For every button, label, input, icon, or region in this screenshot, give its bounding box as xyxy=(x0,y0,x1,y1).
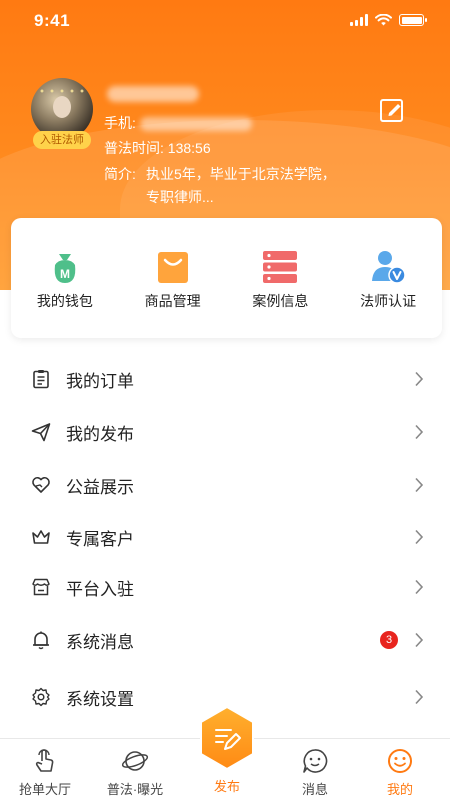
status-icons xyxy=(350,14,427,26)
law-time-value: 138:56 xyxy=(167,140,211,156)
cellular-signal-icon xyxy=(350,14,368,26)
menu-item-label: 平台入驻 xyxy=(66,579,134,599)
intro-text: 执业5年，毕业于北京法学院，专职律师... xyxy=(146,166,336,205)
tab-label: 消息 xyxy=(301,782,328,797)
user-name-redacted xyxy=(107,86,199,102)
money-bag-icon: M xyxy=(54,254,76,283)
intro-row: 简介: 执业5年，毕业于北京法学院，专职律师... xyxy=(104,163,344,209)
chevron-right-icon xyxy=(415,371,424,387)
menu-item-platform-join[interactable]: 平台入驻 xyxy=(0,562,450,612)
unread-count-badge: 3 xyxy=(380,631,398,649)
goods-management-label: 商品管理 xyxy=(144,293,201,309)
chevron-right-icon xyxy=(415,579,424,595)
battery-icon xyxy=(399,14,427,26)
chevron-right-icon xyxy=(415,477,424,493)
phone-label: 手机: xyxy=(104,115,136,131)
shopping-bag-icon xyxy=(157,252,188,283)
gear-icon xyxy=(32,687,50,707)
heart-hand-icon xyxy=(32,477,50,493)
menu-item-exclusive-clients[interactable]: 专属客户 xyxy=(0,512,450,562)
status-bar: 9:41 xyxy=(0,0,450,44)
lawyer-verify-label: 法师认证 xyxy=(360,293,417,309)
tab-order-hall[interactable]: 抢单大厅 xyxy=(0,739,90,800)
menu-item-my-orders[interactable]: 我的订单 xyxy=(0,354,450,404)
server-list-icon xyxy=(263,251,298,283)
case-info-label: 案例信息 xyxy=(252,293,309,309)
bell-icon xyxy=(33,631,49,650)
verified-user-icon xyxy=(372,251,406,284)
clipboard-icon xyxy=(33,370,49,389)
wifi-icon xyxy=(375,14,392,26)
status-time: 9:41 xyxy=(34,11,71,30)
edit-profile-icon[interactable] xyxy=(378,96,406,124)
menu-item-label: 系统消息 xyxy=(66,632,134,652)
send-icon xyxy=(31,423,51,442)
wallet-button[interactable]: M 我的钱包 xyxy=(11,218,119,338)
menu-item-label: 我的发布 xyxy=(66,424,134,444)
smile-icon xyxy=(388,749,412,773)
menu-item-label: 专属客户 xyxy=(66,529,134,549)
tab-mine[interactable]: 我的 xyxy=(355,739,445,800)
chevron-right-icon xyxy=(415,424,424,440)
tab-label: 普法·曝光 xyxy=(106,782,164,797)
case-info-button[interactable]: 案例信息 xyxy=(227,218,335,338)
menu-item-system-messages[interactable]: 系统消息 3 xyxy=(0,615,450,665)
lawyer-verify-button[interactable]: 法师认证 xyxy=(334,218,442,338)
store-icon xyxy=(32,578,50,596)
tab-publish-label[interactable]: 发布 xyxy=(197,776,257,795)
law-time-label: 普法时间: xyxy=(104,140,164,156)
menu-item-my-posts[interactable]: 我的发布 xyxy=(0,407,450,457)
menu-item-label: 系统设置 xyxy=(66,689,134,709)
law-time-row: 普法时间: 138:56 xyxy=(104,138,211,158)
menu-item-label: 我的订单 xyxy=(66,371,134,391)
phone-row: 手机: xyxy=(104,113,252,133)
chevron-right-icon xyxy=(415,529,424,545)
planet-icon xyxy=(121,751,149,771)
hand-tap-icon xyxy=(35,749,54,772)
tab-law-exposure[interactable]: 普法·曝光 xyxy=(90,739,180,800)
crown-icon xyxy=(32,530,50,544)
chat-smile-icon xyxy=(303,749,328,773)
tab-messages[interactable]: 消息 xyxy=(270,739,360,800)
chevron-right-icon xyxy=(415,632,424,648)
publish-pen-icon[interactable] xyxy=(197,705,257,771)
phone-number-redacted xyxy=(139,117,252,132)
intro-label: 简介: xyxy=(104,166,136,182)
quick-actions-card: M 我的钱包 商品管理 案例信息 法师认证 xyxy=(11,218,442,338)
tab-label: 抢单大厅 xyxy=(18,782,71,797)
lawyer-badge: 入驻法师 xyxy=(33,131,91,149)
menu-item-label: 公益展示 xyxy=(66,477,134,497)
menu-item-charity[interactable]: 公益展示 xyxy=(0,460,450,510)
tab-label: 我的 xyxy=(386,782,413,797)
wallet-label: 我的钱包 xyxy=(36,293,93,309)
svg-text:M: M xyxy=(60,267,70,281)
chevron-right-icon xyxy=(415,689,424,705)
goods-management-button[interactable]: 商品管理 xyxy=(119,218,227,338)
